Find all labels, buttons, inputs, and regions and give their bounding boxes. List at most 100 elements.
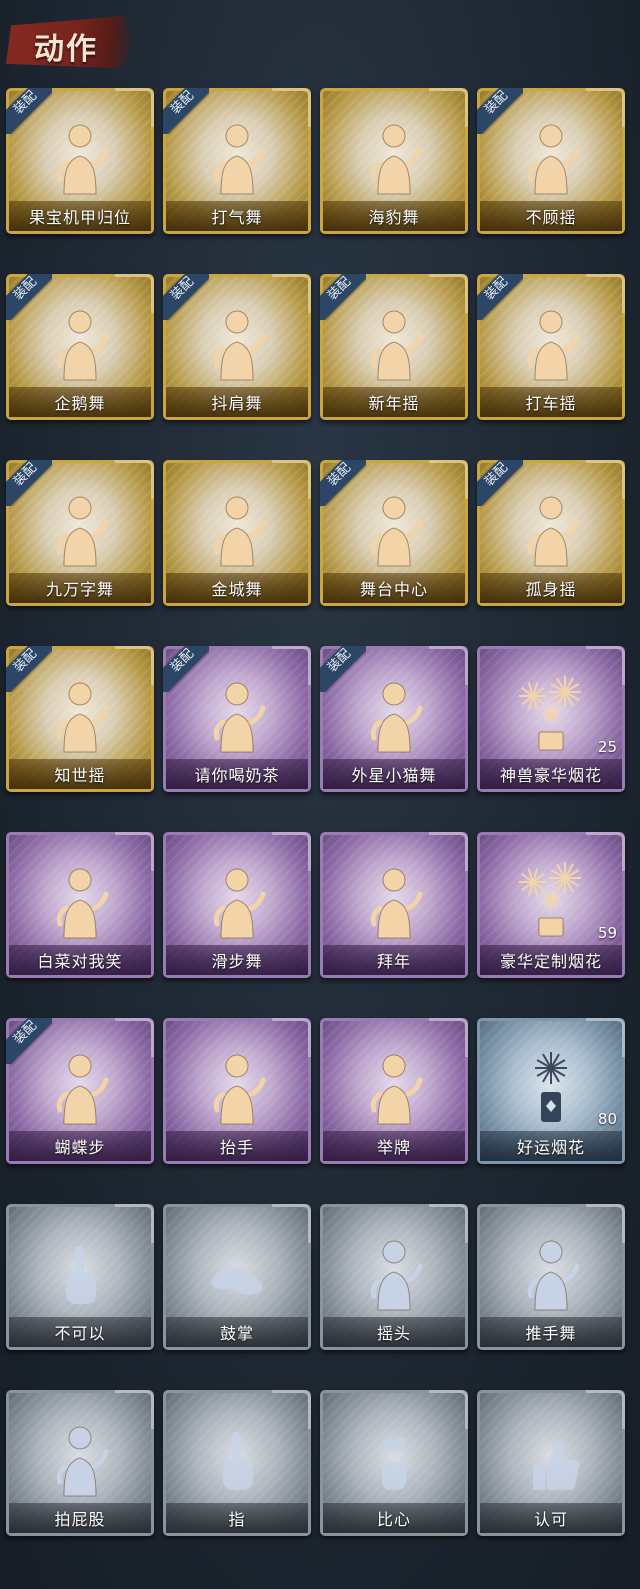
emote-card[interactable]: 装配 蝴蝶步 [6,1018,154,1164]
emote-name: 摇头 [376,1324,411,1343]
emote-card[interactable]: 装配孤身摇 [477,460,625,606]
emote-card[interactable]: 装配 抖肩舞 [163,274,311,420]
equipped-badge: 装配 [477,460,523,506]
card-corner-ornament [586,88,625,127]
emote-card[interactable]: 装配 请你喝奶茶 [163,646,311,792]
emote-card[interactable]: 装配知世摇 [6,646,154,792]
character-dance-icon [40,116,120,200]
emote-card[interactable]: 滑步舞 [163,832,311,978]
emote-name: 舞台中心 [359,580,428,599]
equipped-badge: 装配 [6,460,52,506]
emote-card[interactable]: 装配 打气舞 [163,88,311,234]
card-corner-ornament [429,832,468,871]
emote-name: 指 [228,1510,246,1529]
emote-card[interactable]: 举牌 [320,1018,468,1164]
emote-card[interactable]: 25 神兽豪华烟花 [477,646,625,792]
emote-card[interactable]: 装配 新年摇 [320,274,468,420]
emote-card[interactable]: 装配企鹅舞 [6,274,154,420]
emote-card[interactable]: 拜年 [320,832,468,978]
card-label-bar: 金城舞 [166,573,308,603]
emote-card[interactable]: 指 [163,1390,311,1536]
card-corner-ornament [115,460,154,499]
emote-card[interactable]: 装配 九万字舞 [6,460,154,606]
equipped-badge: 装配 [320,460,366,506]
card-corner-ornament [429,1018,468,1057]
character-dance-icon [197,488,277,572]
emote-name: 孤身摇 [525,580,577,599]
emote-name: 比心 [376,1510,411,1529]
card-label-bar: 九万字舞 [9,573,151,603]
emote-name: 海豹舞 [368,208,420,227]
card-label-bar: 好运烟花 [480,1131,622,1161]
emote-name: 外星小猫舞 [351,766,437,785]
character-wave-icon [197,1046,277,1130]
card-label-bar: 认可 [480,1503,622,1533]
emote-card[interactable]: 抬手 [163,1018,311,1164]
emote-card[interactable]: 推手舞 [477,1204,625,1350]
card-corner-ornament [272,646,311,685]
emote-name: 企鹅舞 [54,394,106,413]
card-label-bar: 鼓掌 [166,1317,308,1347]
card-corner-ornament [586,1204,625,1243]
equipped-badge: 装配 [6,274,52,320]
emote-name: 知世摇 [54,766,106,785]
emote-name: 抬手 [219,1138,254,1157]
emote-card[interactable]: 装配 果宝机甲归位 [6,88,154,234]
emote-card[interactable]: 拍屁股 [6,1390,154,1536]
emote-card[interactable]: 金城舞 [163,460,311,606]
card-label-bar: 比心 [323,1503,465,1533]
card-label-bar: 企鹅舞 [9,387,151,417]
card-corner-ornament [115,646,154,685]
character-shake-icon [354,1232,434,1316]
thumbs-up-icon [511,1418,591,1502]
emote-name: 拜年 [376,952,411,971]
emote-card[interactable]: 摇头 [320,1204,468,1350]
card-label-bar: 知世摇 [9,759,151,789]
character-dance-icon [197,302,277,386]
equipped-badge: 装配 [163,646,209,692]
card-corner-ornament [429,646,468,685]
character-dance-icon [354,488,434,572]
emote-card[interactable]: 装配 不顾摇 [477,88,625,234]
character-dance-icon [511,116,591,200]
card-label-bar: 神兽豪华烟花 [480,759,622,789]
card-label-bar: 白菜对我笑 [9,945,151,975]
emote-card[interactable]: 装配舞台中心 [320,460,468,606]
card-corner-ornament [586,1390,625,1429]
emote-card[interactable]: 59 豪华定制烟花 [477,832,625,978]
card-corner-ornament [115,1018,154,1057]
card-label-bar: 不顾摇 [480,201,622,231]
character-dance-icon [40,860,120,944]
card-label-bar: 果宝机甲归位 [9,201,151,231]
card-corner-ornament [429,88,468,127]
emote-card[interactable]: 比心 [320,1390,468,1536]
emote-card[interactable]: 装配 外星小猫舞 [320,646,468,792]
card-corner-ornament [586,646,625,685]
emote-name: 不可以 [54,1324,106,1343]
card-label-bar: 抖肩舞 [166,387,308,417]
emote-card[interactable]: 80 好运烟花 [477,1018,625,1164]
emote-card[interactable]: 不可以 [6,1204,154,1350]
card-label-bar: 推手舞 [480,1317,622,1347]
emote-name: 认可 [533,1510,568,1529]
emote-card[interactable]: 白菜对我笑 [6,832,154,978]
emote-name: 蝴蝶步 [54,1138,106,1157]
emote-card[interactable]: 海豹舞 [320,88,468,234]
card-corner-ornament [272,1018,311,1057]
card-corner-ornament [586,1018,625,1057]
card-corner-ornament [115,1390,154,1429]
emote-name: 果宝机甲归位 [28,208,131,227]
card-label-bar: 新年摇 [323,387,465,417]
emote-card[interactable]: 鼓掌 [163,1204,311,1350]
emote-name: 滑步舞 [211,952,263,971]
finger-wag-icon [40,1232,120,1316]
card-label-bar: 舞台中心 [323,573,465,603]
card-corner-ornament [272,274,311,313]
emote-card[interactable]: 认可 [477,1390,625,1536]
character-bow-icon [354,860,434,944]
character-dance-icon [40,488,120,572]
equipped-badge: 装配 [477,274,523,320]
emote-card[interactable]: 装配 打车摇 [477,274,625,420]
equipped-badge: 装配 [6,646,52,692]
emote-name: 拍屁股 [54,1510,106,1529]
